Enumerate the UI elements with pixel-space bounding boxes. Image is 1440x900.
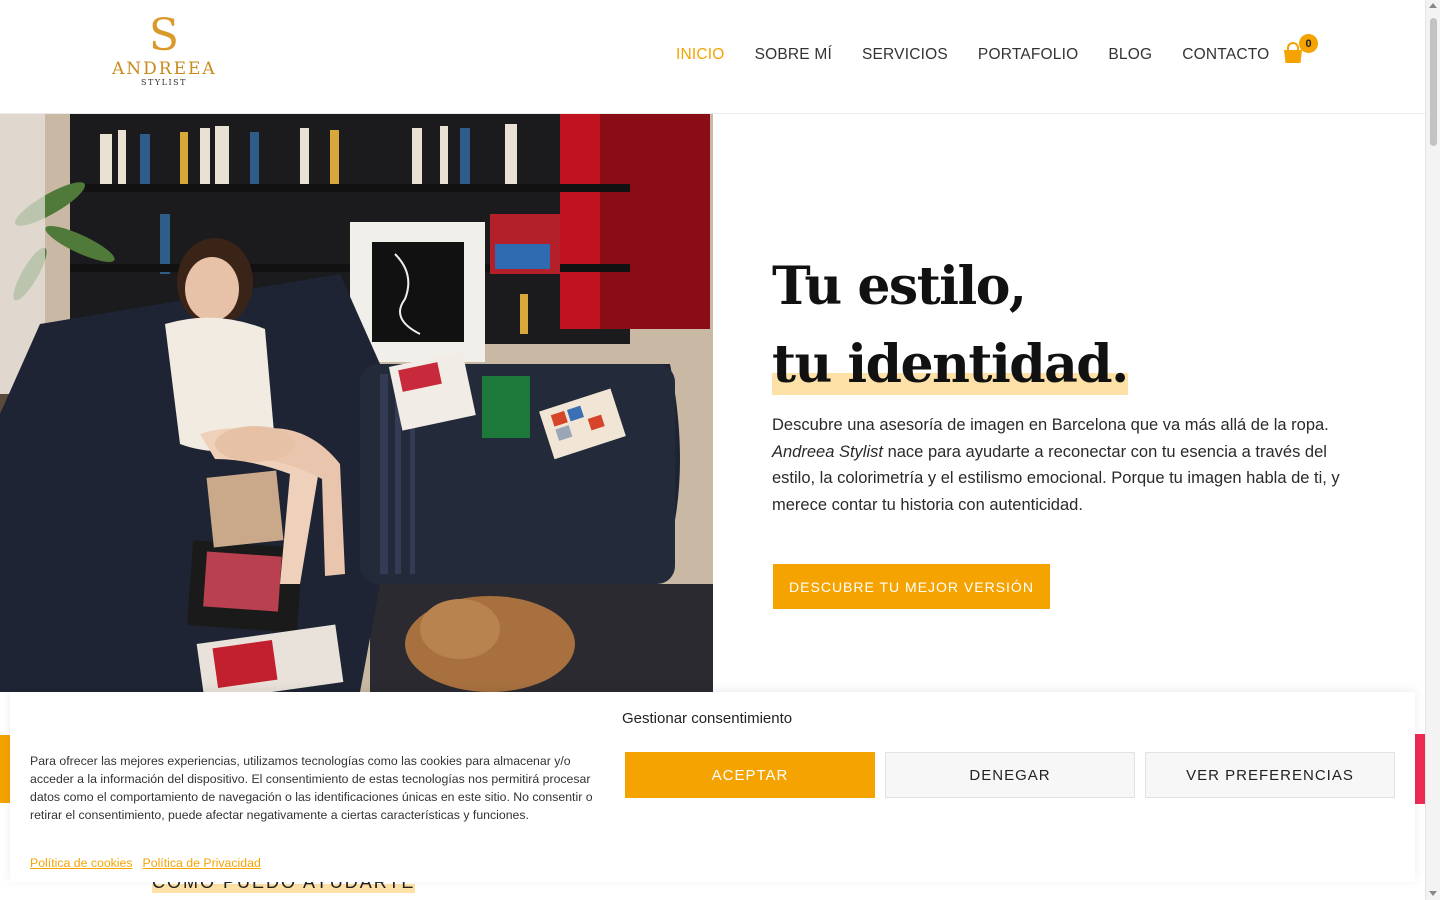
site-logo[interactable]: S ANDREEA STYLIST — [112, 12, 216, 98]
consent-text: Para ofrecer las mejores experiencias, u… — [30, 754, 593, 822]
main-nav: INICIO SOBRE MÍ SERVICIOS PORTAFOLIO BLO… — [676, 46, 1269, 68]
discover-cta-button[interactable]: DESCUBRE TU MEJOR VERSIÓN — [773, 564, 1050, 609]
nav-item-portafolio[interactable]: PORTAFOLIO — [978, 46, 1078, 68]
cart-button[interactable]: 0 — [1282, 34, 1318, 68]
page-scrollbar[interactable] — [1425, 0, 1440, 900]
hero-description-part1: Descubre una asesoría de imagen en Barce… — [772, 416, 1329, 434]
nav-item-blog[interactable]: BLOG — [1108, 46, 1152, 68]
nav-item-contacto[interactable]: CONTACTO — [1182, 46, 1269, 68]
side-accent-right — [1415, 734, 1425, 804]
hero-description-brand: Andreea Stylist — [772, 442, 883, 461]
logo-monogram: S — [148, 10, 180, 61]
hero-title-line2: tu identidad. — [772, 334, 1129, 395]
hero-title-line1: Tu estilo, — [772, 256, 1027, 317]
logo-tagline: STYLIST — [141, 78, 187, 87]
hero-title: Tu estilo, tu identidad. — [772, 248, 1129, 404]
cookie-policy-link[interactable]: Política de cookies — [30, 856, 133, 870]
consent-title: Gestionar consentimiento — [622, 710, 793, 727]
privacy-policy-link[interactable]: Política de Privacidad — [143, 856, 261, 870]
scroll-down-icon[interactable] — [1429, 891, 1437, 896]
cart-count-badge: 0 — [1299, 34, 1318, 53]
logo-name: ANDREEA — [112, 59, 217, 79]
nav-item-sobre-mi[interactable]: SOBRE MÍ — [755, 46, 832, 68]
hero-photo — [0, 114, 713, 692]
nav-item-inicio[interactable]: INICIO — [676, 46, 725, 68]
consent-links: Política de cookies Política de Privacid… — [30, 856, 261, 870]
cookie-consent-banner: Gestionar consentimiento Para ofrecer la… — [10, 692, 1415, 882]
view-preferences-button[interactable]: VER PREFERENCIAS — [1145, 752, 1395, 798]
scroll-up-icon[interactable] — [1429, 3, 1437, 8]
hero-photo-illustration — [0, 114, 713, 692]
nav-item-servicios[interactable]: SERVICIOS — [862, 46, 948, 68]
site-header: S ANDREEA STYLIST INICIO SOBRE MÍ SERVIC… — [0, 0, 1425, 114]
hero-description: Descubre una asesoría de imagen en Barce… — [772, 412, 1372, 519]
deny-button[interactable]: DENEGAR — [885, 752, 1135, 798]
scrollbar-thumb[interactable] — [1430, 18, 1437, 146]
accept-button[interactable]: ACEPTAR — [625, 752, 875, 798]
side-accent-left — [0, 735, 10, 803]
